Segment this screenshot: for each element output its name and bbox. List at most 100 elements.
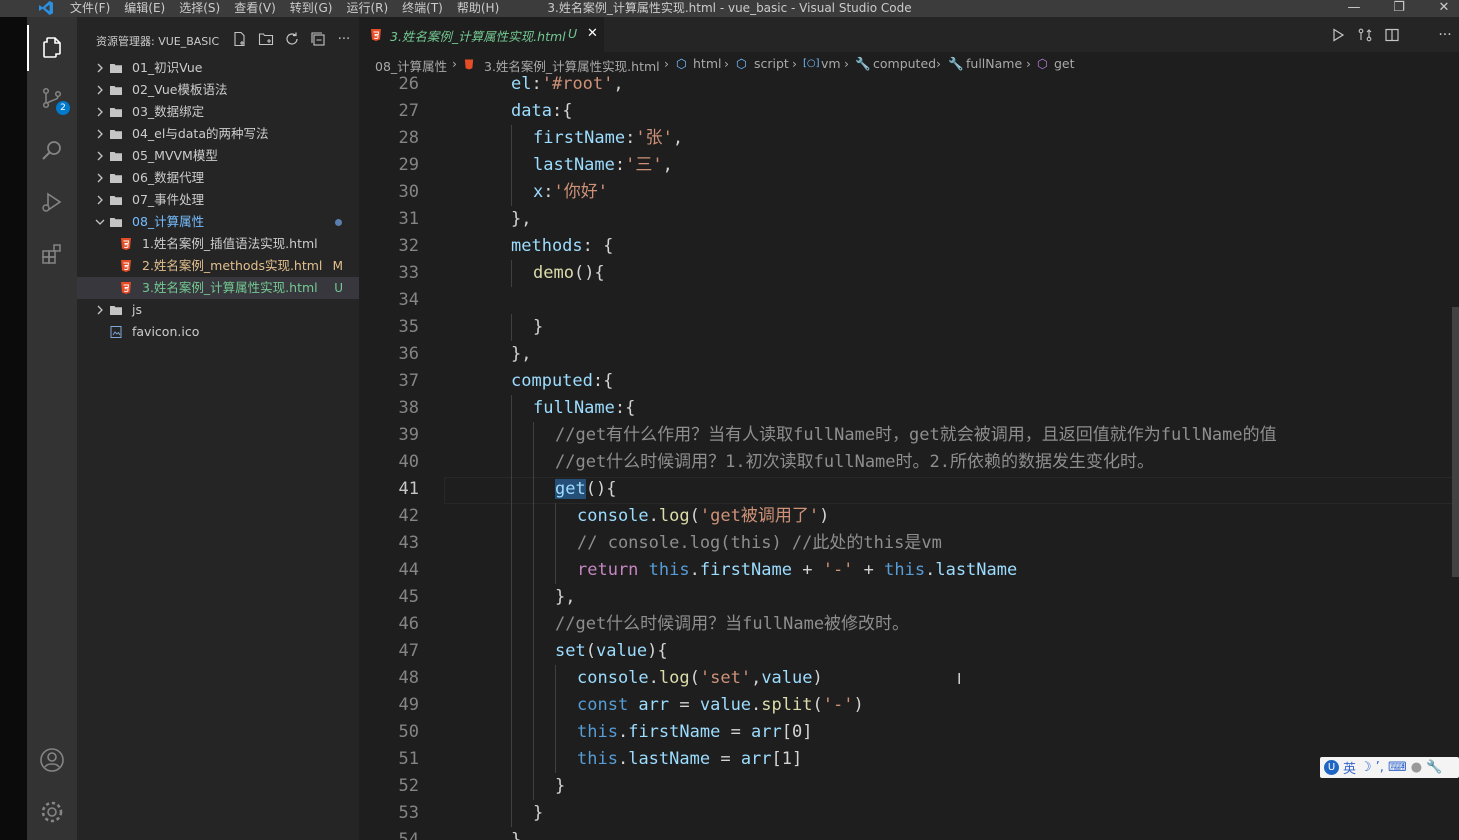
breadcrumb-vm[interactable]: vm bbox=[821, 56, 841, 71]
code-line: }, bbox=[511, 827, 531, 840]
compare-changes-icon[interactable] bbox=[1352, 25, 1378, 45]
breadcrumb-script[interactable]: script bbox=[754, 56, 789, 71]
indent-guide bbox=[511, 530, 512, 557]
close-icon[interactable]: ✕ bbox=[1424, 0, 1459, 17]
code-token: arr bbox=[638, 695, 670, 715]
indent-guide bbox=[533, 503, 534, 530]
vertical-scrollbar-thumb[interactable] bbox=[1452, 307, 1459, 577]
code-token: log bbox=[658, 506, 690, 526]
ime-language[interactable]: 英 bbox=[1343, 758, 1356, 777]
line-number: 26 bbox=[398, 74, 419, 94]
chevron-right-icon: › bbox=[452, 56, 457, 71]
tree-folder-06[interactable]: 06_数据代理 bbox=[77, 167, 359, 189]
tree-file-3[interactable]: 3.姓名案例_计算属性实现.html U bbox=[77, 277, 359, 299]
breadcrumb-computed[interactable]: computed bbox=[873, 56, 936, 71]
new-folder-icon[interactable] bbox=[253, 31, 279, 47]
menu-help[interactable]: 帮助(H) bbox=[457, 0, 499, 17]
code-token: ) bbox=[853, 695, 864, 715]
menu-file[interactable]: 文件(F) bbox=[70, 0, 110, 17]
minimize-icon[interactable]: — bbox=[1334, 0, 1374, 17]
breadcrumb-folder[interactable]: 08_计算属性 bbox=[375, 56, 447, 75]
refresh-icon[interactable] bbox=[279, 31, 305, 47]
menu-selection[interactable]: 选择(S) bbox=[179, 0, 220, 17]
menu-edit[interactable]: 编辑(E) bbox=[124, 0, 165, 17]
chevron-right-icon bbox=[94, 123, 106, 145]
tree-folder-05[interactable]: 05_MVVM模型 bbox=[77, 145, 359, 167]
run-debug-button[interactable] bbox=[27, 179, 77, 225]
tree-file-1[interactable]: 1.姓名案例_插值语法实现.html bbox=[77, 233, 359, 255]
tree-file-2[interactable]: 2.姓名案例_methods实现.html M bbox=[77, 255, 359, 277]
line-number: 29 bbox=[398, 155, 419, 175]
user-icon[interactable]: ● bbox=[1411, 760, 1422, 775]
menu-go[interactable]: 转到(G) bbox=[290, 0, 333, 17]
indent-guide bbox=[511, 611, 512, 638]
breadcrumb-html[interactable]: html bbox=[693, 56, 721, 71]
punctuation-icon[interactable]: ’, bbox=[1376, 760, 1384, 775]
tree-folder-08[interactable]: 08_计算属性 bbox=[77, 211, 359, 233]
indent-guide bbox=[511, 557, 512, 584]
menu-view[interactable]: 查看(V) bbox=[234, 0, 276, 17]
source-control-badge: 2 bbox=[56, 101, 70, 115]
window-title: 3.姓名案例_计算属性实现.html - vue_basic - Visual … bbox=[547, 1, 912, 15]
ime-logo-icon[interactable]: U bbox=[1324, 760, 1339, 775]
settings-button[interactable] bbox=[27, 789, 77, 835]
indent-guide bbox=[555, 692, 556, 719]
line-number: 35 bbox=[398, 317, 419, 337]
code-line: //get有什么作用？当有人读取fullName时，get就会被调用，且返回值就… bbox=[555, 422, 1277, 449]
more-icon[interactable]: ··· bbox=[331, 31, 357, 47]
code-editor[interactable]: 26 el:'#root', 27 data:{28 firstName:'张', 29 l… bbox=[359, 74, 1459, 840]
collapse-all-icon[interactable] bbox=[305, 31, 331, 47]
code-token: // console.log(this) //此处的this是vm bbox=[577, 533, 942, 553]
method-cube-icon: ⬡ bbox=[1037, 56, 1048, 71]
tree-folder-02[interactable]: 02_Vue模板语法 bbox=[77, 79, 359, 101]
html5-icon bbox=[371, 29, 381, 41]
tree-file-favicon[interactable]: favicon.ico bbox=[77, 321, 359, 343]
code-line: lastName:'三', bbox=[533, 152, 673, 179]
run-icon[interactable] bbox=[1325, 25, 1351, 45]
code-line: const arr = value.split('-') bbox=[577, 692, 864, 719]
code-token: , bbox=[662, 155, 673, 175]
restore-icon[interactable]: ❐ bbox=[1379, 0, 1419, 17]
split-editor-icon[interactable] bbox=[1379, 25, 1405, 45]
indent-guide bbox=[533, 476, 534, 503]
tree-item-label: 01_初识Vue bbox=[132, 60, 203, 75]
breadcrumb-get[interactable]: get bbox=[1054, 56, 1075, 71]
search-button[interactable] bbox=[27, 127, 77, 173]
line-number: 54 bbox=[398, 830, 419, 840]
tab-label: 3.姓名案例_计算属性实现.html bbox=[390, 29, 566, 44]
breadcrumb-fullname[interactable]: fullName bbox=[966, 56, 1022, 71]
source-control-button[interactable]: 2 bbox=[27, 75, 77, 121]
chevron-right-icon: › bbox=[1026, 56, 1031, 71]
tree-folder-04[interactable]: 04_el与data的两种写法 bbox=[77, 123, 359, 145]
code-token: this bbox=[884, 560, 926, 580]
breadcrumb-file[interactable]: 3.姓名案例_计算属性实现.html bbox=[484, 56, 660, 75]
breadcrumb: 08_计算属性 › 3.姓名案例_计算属性实现.html › ⬡ html › … bbox=[359, 52, 1459, 74]
more-actions-icon[interactable]: ··· bbox=[1432, 25, 1458, 45]
code-line: //get什么时候调用？当fullName被修改时。 bbox=[555, 611, 909, 638]
code-token: }, bbox=[511, 209, 532, 229]
editor-area: 3.姓名案例_计算属性实现.html U ✕ ··· 08_计算属性 › 3.姓… bbox=[359, 17, 1459, 840]
moon-icon[interactable]: ☽ bbox=[1360, 760, 1372, 775]
line-number: 32 bbox=[398, 236, 419, 256]
code-token: value bbox=[595, 641, 648, 661]
menu-terminal[interactable]: 终端(T) bbox=[402, 0, 443, 17]
extensions-button[interactable] bbox=[27, 231, 77, 277]
tree-folder-01[interactable]: 01_初识Vue bbox=[77, 57, 359, 79]
tree-folder-03[interactable]: 03_数据绑定 bbox=[77, 101, 359, 123]
search-icon bbox=[42, 141, 61, 160]
tree-item-label: 02_Vue模板语法 bbox=[132, 82, 228, 97]
close-icon[interactable]: ✕ bbox=[587, 26, 598, 41]
keyboard-icon[interactable]: ⌨ bbox=[1388, 760, 1407, 775]
code-token: el bbox=[511, 74, 532, 94]
explorer-button[interactable] bbox=[27, 25, 77, 71]
account-button[interactable] bbox=[27, 737, 77, 783]
settings-gear-icon bbox=[41, 801, 63, 823]
new-file-icon[interactable] bbox=[227, 31, 253, 47]
wrench-icon[interactable]: 🔧 bbox=[1426, 760, 1442, 775]
folder-icon bbox=[110, 306, 122, 315]
editor-tab[interactable]: 3.姓名案例_计算属性实现.html U ✕ bbox=[359, 17, 604, 52]
tree-folder-07[interactable]: 07_事件处理 bbox=[77, 189, 359, 211]
tree-folder-js[interactable]: js bbox=[77, 299, 359, 321]
chevron-right-icon bbox=[94, 299, 106, 321]
menu-run[interactable]: 运行(R) bbox=[346, 0, 388, 17]
